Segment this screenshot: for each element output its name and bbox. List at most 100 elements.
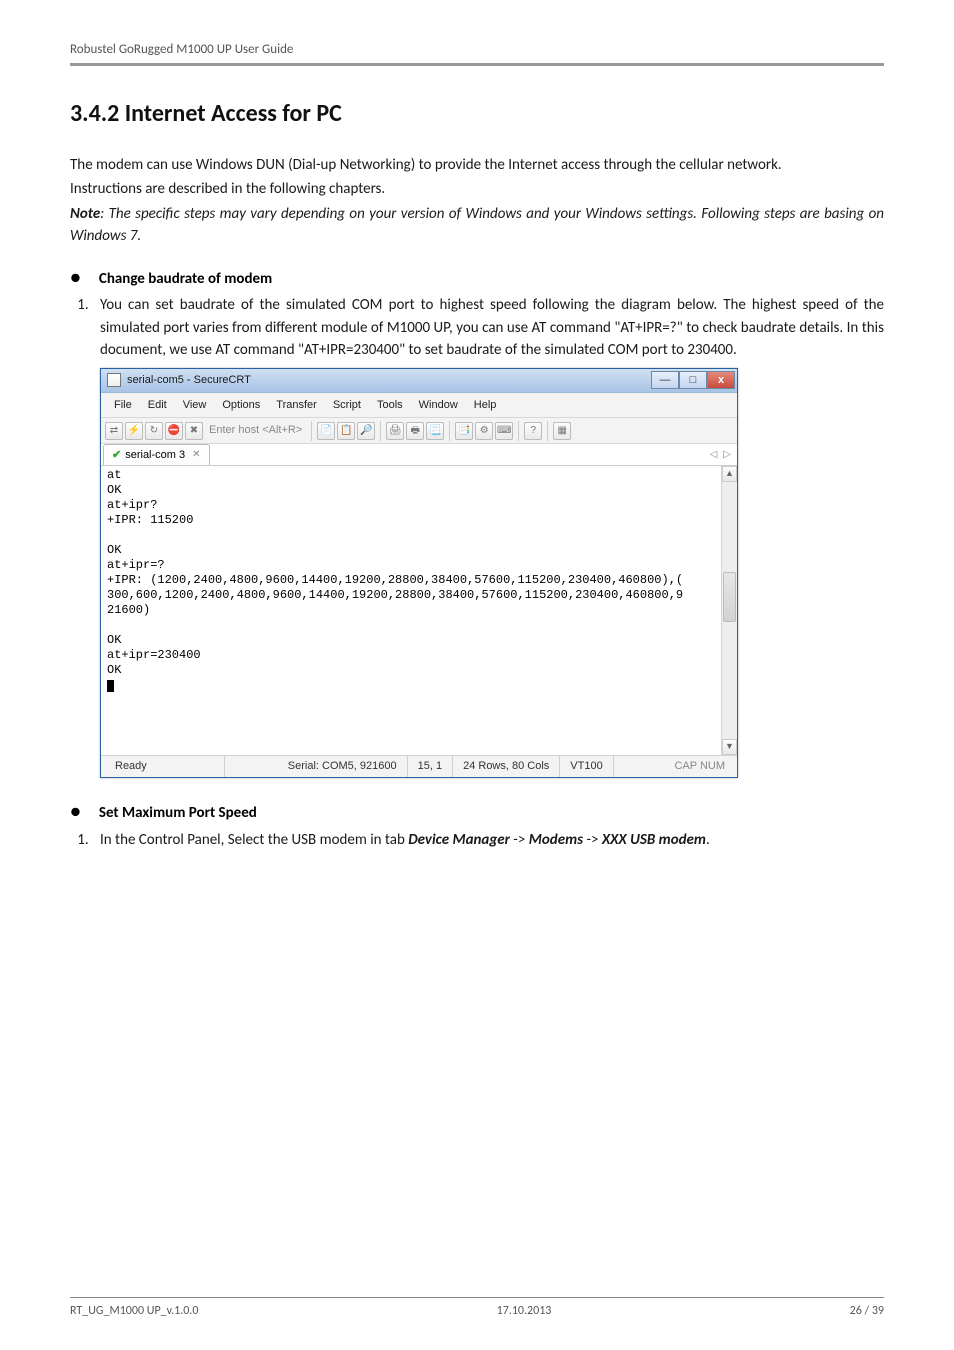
host-field[interactable]: Enter host <Alt+R> [209,422,302,439]
menu-window[interactable]: Window [412,396,465,415]
bullet-icon-2: ● [70,802,81,820]
status-size: 24 Rows, 80 Cols [453,756,560,777]
settings-icon[interactable]: ⚙ [475,422,493,440]
note-prefix: Note [70,205,100,223]
paste-icon[interactable]: 📋 [337,422,355,440]
step2-sep1: -> [510,831,529,849]
toolbar-sep-2 [380,421,381,441]
bullet-label-2: Set Maximum Port Speed [99,802,257,825]
toolbar-sep-4 [518,421,519,441]
status-term: VT100 [560,756,613,777]
note-body: : The specific steps may vary depending … [70,205,884,246]
terminal[interactable]: at OK at+ipr? +IPR: 115200 OK at+ipr=? +… [101,466,721,755]
menu-transfer[interactable]: Transfer [269,396,324,415]
scroll-thumb[interactable] [723,572,736,622]
menu-help[interactable]: Help [467,396,504,415]
header-title: Robustel GoRugged M1000 UP User Guide [70,40,884,63]
note-paragraph: Note: The specific steps may vary depend… [70,203,884,248]
print-icon[interactable]: 🖨 [386,422,404,440]
terminal-area: at OK at+ipr? +IPR: 115200 OK at+ipr=? +… [101,466,737,755]
menu-script[interactable]: Script [326,396,368,415]
titlebar: serial-com5 - SecureCRT — □ x [101,369,737,393]
window-buttons: — □ x [651,371,735,389]
step2-prefix: In the Control Panel, Select the USB mod… [100,831,408,849]
cancel-icon[interactable]: ✖ [185,422,203,440]
tab-nav-left-icon[interactable]: ◁ [710,447,718,462]
toolbar: ⇄ ⚡ ↻ ⛔ ✖ Enter host <Alt+R> 📄 📋 🔎 🖨 🖶 📃… [101,418,737,444]
tab-status-icon: ✔ [112,447,121,464]
menu-options[interactable]: Options [215,396,267,415]
step2-modems: Modems [529,831,583,849]
menu-view[interactable]: View [176,396,214,415]
status-bar: Ready Serial: COM5, 921600 15, 1 24 Rows… [101,755,737,777]
tab-bar: ✔ serial-com 3 ✕ ◁ ▷ [101,444,737,466]
step2-device-manager: Device Manager [408,831,510,849]
menu-tools[interactable]: Tools [370,396,410,415]
footer-center: 17.10.2013 [497,1302,552,1320]
session-tab[interactable]: ✔ serial-com 3 ✕ [103,444,210,466]
term-line-12: at+ipr=230400 [107,648,201,662]
term-line-2: at+ipr? [107,498,157,512]
term-line-11: OK [107,633,121,647]
intro-paragraph-line1: The modem can use Windows DUN (Dial-up N… [70,154,884,177]
quick-connect-icon[interactable]: ⚡ [125,422,143,440]
connect-icon[interactable]: ⇄ [105,422,123,440]
find-icon[interactable]: 🔎 [357,422,375,440]
term-line-5: OK [107,543,121,557]
menu-edit[interactable]: Edit [141,396,174,415]
help-icon[interactable]: ? [524,422,542,440]
terminal-scrollbar[interactable]: ▲ ▼ [721,466,737,755]
step2-suffix: . [706,831,710,849]
scroll-track[interactable] [722,482,737,739]
minimize-button[interactable]: — [651,371,679,389]
toolbar-sep-5 [547,421,548,441]
tab-nav-right-icon[interactable]: ▷ [723,447,731,462]
term-line-0: at [107,468,121,482]
bullet-label-1: Change baudrate of modem [99,268,272,291]
intro-paragraph-line2: Instructions are described in the follow… [70,178,884,201]
term-line-8: 300,600,1200,2400,4800,9600,14400,19200,… [107,588,683,602]
securecrt-window: serial-com5 - SecureCRT — □ x File Edit … [100,368,738,779]
step-1-text: You can set baudrate of the simulated CO… [92,294,884,362]
footer-rule [70,1297,884,1298]
bullet-max-port-speed: ● Set Maximum Port Speed [70,802,884,825]
properties-icon[interactable]: 📑 [455,422,473,440]
print-selection-icon[interactable]: 📃 [426,422,444,440]
bullet-change-baudrate: ● Change baudrate of modem [70,268,884,291]
menu-file[interactable]: File [107,396,139,415]
footer-left: RT_UG_M1000 UP_v.1.0.0 [70,1302,198,1320]
status-caps: CAP NUM [666,756,733,777]
print-screen-icon[interactable]: 🖶 [406,422,424,440]
toolbar-sep-1 [311,421,312,441]
footer-right: 26 / 39 [850,1302,884,1320]
tab-label: serial-com 3 [125,447,185,464]
status-pos: 15, 1 [408,756,453,777]
keymap-icon[interactable]: ⌨ [495,422,513,440]
term-line-9: 21600) [107,603,150,617]
step2-sep2: -> [583,831,602,849]
toolbar-sep-3 [449,421,450,441]
term-line-6: at+ipr=? [107,558,165,572]
step-list-2: In the Control Panel, Select the USB mod… [70,829,884,852]
scroll-up-icon[interactable]: ▲ [722,466,737,482]
window-title: serial-com5 - SecureCRT [127,372,651,389]
maximize-button[interactable]: □ [679,371,707,389]
copy-icon[interactable]: 📄 [317,422,335,440]
term-line-7: +IPR: (1200,2400,4800,9600,14400,19200,2… [107,573,683,587]
term-line-1: OK [107,483,121,497]
sessions-icon[interactable]: ▦ [553,422,571,440]
step-2-text: In the Control Panel, Select the USB mod… [92,829,884,852]
disconnect-icon[interactable]: ⛔ [165,422,183,440]
tab-close-icon[interactable]: ✕ [192,447,200,462]
term-line-13: OK [107,663,121,677]
app-icon [107,373,121,387]
step-list-1: You can set baudrate of the simulated CO… [70,294,884,362]
scroll-down-icon[interactable]: ▼ [722,739,737,755]
terminal-cursor [107,680,114,692]
reconnect-icon[interactable]: ↻ [145,422,163,440]
close-button[interactable]: x [707,371,735,389]
section-heading: 3.4.2 Internet Access for PC [70,96,884,132]
header-rule [70,63,884,66]
status-serial: Serial: COM5, 921600 [278,756,408,777]
tab-nav-arrows: ◁ ▷ [710,447,731,462]
